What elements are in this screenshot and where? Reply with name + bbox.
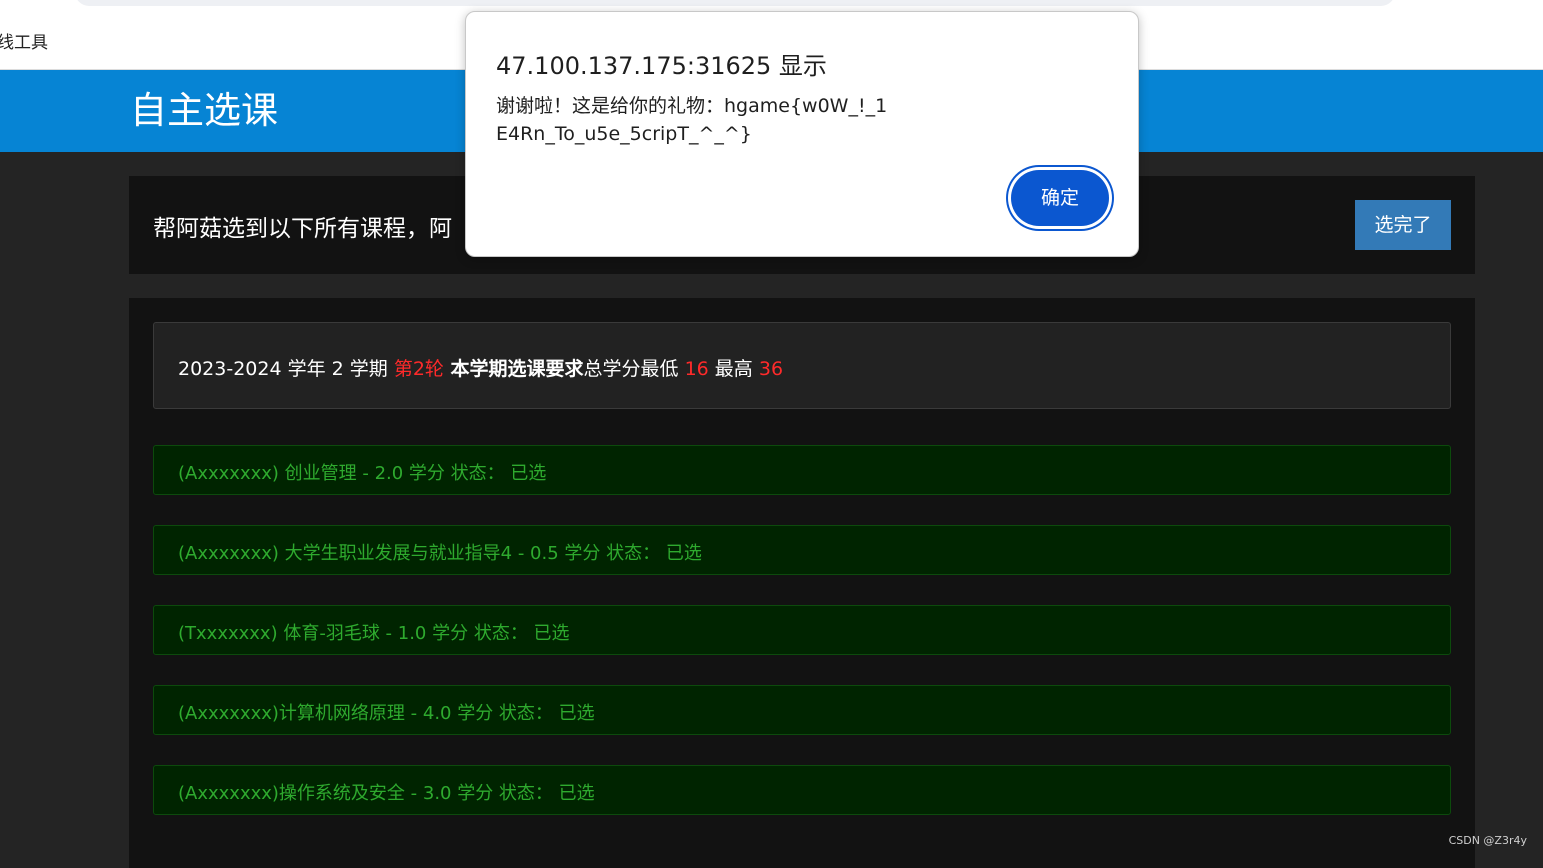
dialog-message: 谢谢啦！这是给你的礼物：hgame{w0W_!_1E4Rn_To_u5e_5cr… xyxy=(496,92,896,148)
credits-label: 总学分最低 xyxy=(584,358,685,380)
bookmark-item[interactable]: 线工具 xyxy=(0,28,48,53)
course-label: (Axxxxxxx)计算机网络原理 - 4.0 学分 状态： 已选 xyxy=(178,699,595,725)
page-body: 帮阿菇选到以下所有课程，阿 选完了 2023-2024 学年 2 学期 第2轮 … xyxy=(0,152,1543,856)
min-credits: 16 xyxy=(685,358,709,380)
course-label: (Txxxxxxx) 体育-羽毛球 - 1.0 学分 状态： 已选 xyxy=(178,619,570,645)
dialog-title: 47.100.137.175:31625 显示 xyxy=(496,46,827,81)
address-bar[interactable] xyxy=(75,0,1395,6)
alert-dialog: 47.100.137.175:31625 显示 谢谢啦！这是给你的礼物：hgam… xyxy=(465,11,1139,257)
term-info-box: 2023-2024 学年 2 学期 第2轮 本学期选课要求总学分最低 16 最高… xyxy=(153,322,1451,409)
watermark: CSDN @Z3r4y xyxy=(1449,834,1527,847)
course-item[interactable]: (Axxxxxxx) 创业管理 - 2.0 学分 状态： 已选 xyxy=(153,445,1451,495)
course-label: (Axxxxxxx) 大学生职业发展与就业指导4 - 0.5 学分 状态： 已选 xyxy=(178,539,702,565)
max-label: 最高 xyxy=(709,358,759,380)
ok-button[interactable]: 确定 xyxy=(1011,170,1109,226)
course-label: (Axxxxxxx)操作系统及安全 - 3.0 学分 状态： 已选 xyxy=(178,779,595,805)
done-button[interactable]: 选完了 xyxy=(1355,200,1451,250)
course-item[interactable]: (Axxxxxxx)计算机网络原理 - 4.0 学分 状态： 已选 xyxy=(153,685,1451,735)
requirement-label: 本学期选课要求 xyxy=(444,358,584,380)
page-title: 自主选课 xyxy=(130,88,278,134)
course-panel: 2023-2024 学年 2 学期 第2轮 本学期选课要求总学分最低 16 最高… xyxy=(129,298,1475,868)
term-round: 第2轮 xyxy=(394,358,444,380)
course-item[interactable]: (Axxxxxxx)操作系统及安全 - 3.0 学分 状态： 已选 xyxy=(153,765,1451,815)
course-item[interactable]: (Txxxxxxx) 体育-羽毛球 - 1.0 学分 状态： 已选 xyxy=(153,605,1451,655)
term-info-text: 2023-2024 学年 2 学期 第2轮 本学期选课要求总学分最低 16 最高… xyxy=(178,354,783,381)
max-credits: 36 xyxy=(759,358,783,380)
instruction-text: 帮阿菇选到以下所有课程，阿 xyxy=(153,209,452,243)
term-year: 2023-2024 学年 2 学期 xyxy=(178,358,394,380)
course-label: (Axxxxxxx) 创业管理 - 2.0 学分 状态： 已选 xyxy=(178,459,546,485)
course-item[interactable]: (Axxxxxxx) 大学生职业发展与就业指导4 - 0.5 学分 状态： 已选 xyxy=(153,525,1451,575)
